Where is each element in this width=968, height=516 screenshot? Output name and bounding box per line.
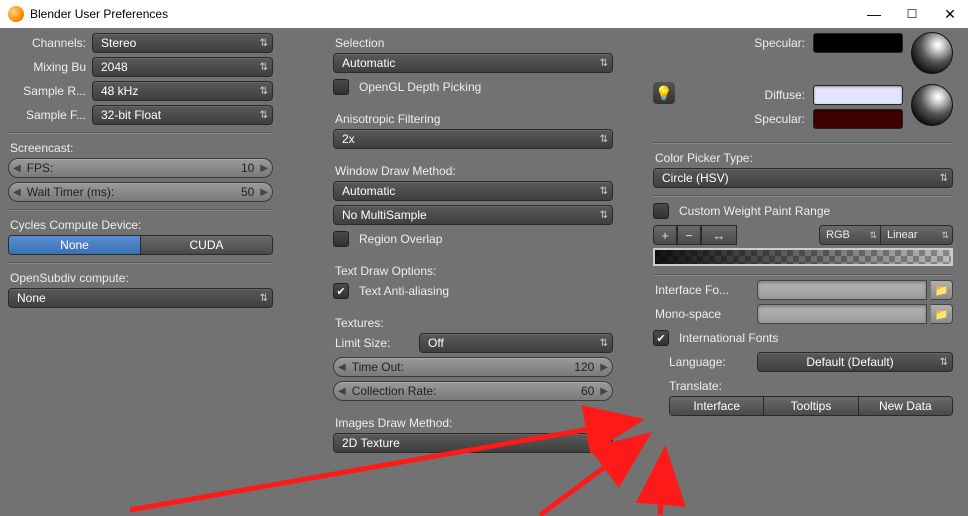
interface-font-field[interactable] xyxy=(757,280,927,300)
light-preview-sphere-2 xyxy=(911,84,953,126)
color-picker-header: Color Picker Type: xyxy=(653,147,953,167)
light-preview-sphere-1 xyxy=(911,32,953,74)
images-draw-header: Images Draw Method: xyxy=(333,412,613,432)
diffuse-swatch[interactable] xyxy=(813,85,903,105)
ramp-add-button[interactable]: + xyxy=(653,225,677,245)
text-aa-label: Text Anti-aliasing xyxy=(357,284,451,298)
opensubdiv-dropdown[interactable]: None xyxy=(8,288,273,308)
region-overlap-checkbox[interactable] xyxy=(333,231,349,247)
sample-format-label: Sample F... xyxy=(8,108,88,122)
collection-rate-spinner[interactable]: ◀Collection Rate:60▶ xyxy=(333,381,613,401)
mono-font-field[interactable] xyxy=(757,304,927,324)
mono-font-browse-button[interactable]: 📁 xyxy=(931,304,953,324)
channels-label: Channels: xyxy=(8,36,88,50)
window-draw-header: Window Draw Method: xyxy=(333,160,613,180)
sample-rate-label: Sample R... xyxy=(8,84,88,98)
window-title: Blender User Preferences xyxy=(30,7,168,21)
window-maximize-button[interactable]: ☐ xyxy=(902,7,922,21)
opensubdiv-header: OpenSubdiv compute: xyxy=(8,267,273,287)
depth-picking-checkbox[interactable] xyxy=(333,79,349,95)
specular2-label: Specular: xyxy=(737,112,807,126)
interface-font-label: Interface Fo... xyxy=(653,283,753,297)
weight-range-checkbox[interactable] xyxy=(653,203,669,219)
text-aa-checkbox[interactable] xyxy=(333,283,349,299)
interface-font-browse-button[interactable]: 📁 xyxy=(931,280,953,300)
multisample-dropdown[interactable]: No MultiSample xyxy=(333,205,613,225)
ramp-interp-dropdown[interactable]: Linear xyxy=(881,225,953,245)
translate-label: Translate: xyxy=(653,375,953,395)
mixing-buffer-label: Mixing Bu xyxy=(8,60,88,74)
screencast-header: Screencast: xyxy=(8,137,273,157)
blender-logo-icon xyxy=(8,6,24,22)
color-picker-dropdown[interactable]: Circle (HSV) xyxy=(653,168,953,188)
window-close-button[interactable]: ✕ xyxy=(940,6,960,23)
window-titlebar: Blender User Preferences — ☐ ✕ xyxy=(0,0,968,28)
compute-device-header: Cycles Compute Device: xyxy=(8,214,273,234)
ramp-remove-button[interactable]: − xyxy=(677,225,701,245)
specular2-swatch[interactable] xyxy=(813,109,903,129)
translate-newdata-button[interactable]: New Data xyxy=(859,397,952,415)
aniso-header: Anisotropic Filtering xyxy=(333,108,613,128)
language-dropdown[interactable]: Default (Default) xyxy=(757,352,953,372)
mono-font-label: Mono-space xyxy=(653,307,753,321)
language-label: Language: xyxy=(653,355,753,369)
aniso-dropdown[interactable]: 2x xyxy=(333,129,613,149)
ramp-mode-dropdown[interactable]: RGB xyxy=(819,225,881,245)
diffuse-label: Diffuse: xyxy=(737,88,807,102)
mixing-buffer-dropdown[interactable]: 2048 xyxy=(92,57,273,77)
region-overlap-label: Region Overlap xyxy=(357,232,444,246)
sample-format-dropdown[interactable]: 32-bit Float xyxy=(92,105,273,125)
limit-size-dropdown[interactable]: Off xyxy=(419,333,613,353)
limit-size-label: Limit Size: xyxy=(333,336,415,350)
specular1-label: Specular: xyxy=(737,36,807,50)
translate-tooltips-button[interactable]: Tooltips xyxy=(764,397,858,415)
international-fonts-label: International Fonts xyxy=(677,331,780,345)
ramp-flip-button[interactable]: ↔ xyxy=(701,225,737,245)
weight-range-label: Custom Weight Paint Range xyxy=(677,204,832,218)
international-fonts-checkbox[interactable] xyxy=(653,330,669,346)
window-minimize-button[interactable]: — xyxy=(864,6,884,22)
compute-cuda-button[interactable]: CUDA xyxy=(141,236,272,254)
depth-picking-label: OpenGL Depth Picking xyxy=(357,80,483,94)
channels-dropdown[interactable]: Stereo xyxy=(92,33,273,53)
selection-dropdown[interactable]: Automatic xyxy=(333,53,613,73)
translate-toggle-group: Interface Tooltips New Data xyxy=(669,396,953,416)
images-draw-dropdown[interactable]: 2D Texture xyxy=(333,433,613,453)
compute-device-toggle[interactable]: None CUDA xyxy=(8,235,273,255)
lamp-icon[interactable]: 💡 xyxy=(653,82,675,104)
translate-interface-button[interactable]: Interface xyxy=(670,397,764,415)
timeout-spinner[interactable]: ◀Time Out:120▶ xyxy=(333,357,613,377)
color-ramp[interactable] xyxy=(653,248,953,266)
sample-rate-dropdown[interactable]: 48 kHz xyxy=(92,81,273,101)
compute-none-button[interactable]: None xyxy=(9,236,141,254)
selection-header: Selection xyxy=(333,32,613,52)
text-draw-header: Text Draw Options: xyxy=(333,260,613,280)
specular1-swatch[interactable] xyxy=(813,33,903,53)
fps-spinner[interactable]: ◀ FPS: 10 ▶ xyxy=(8,158,273,178)
wait-timer-spinner[interactable]: ◀ Wait Timer (ms): 50 ▶ xyxy=(8,182,273,202)
textures-header: Textures: xyxy=(333,312,613,332)
window-draw-dropdown[interactable]: Automatic xyxy=(333,181,613,201)
